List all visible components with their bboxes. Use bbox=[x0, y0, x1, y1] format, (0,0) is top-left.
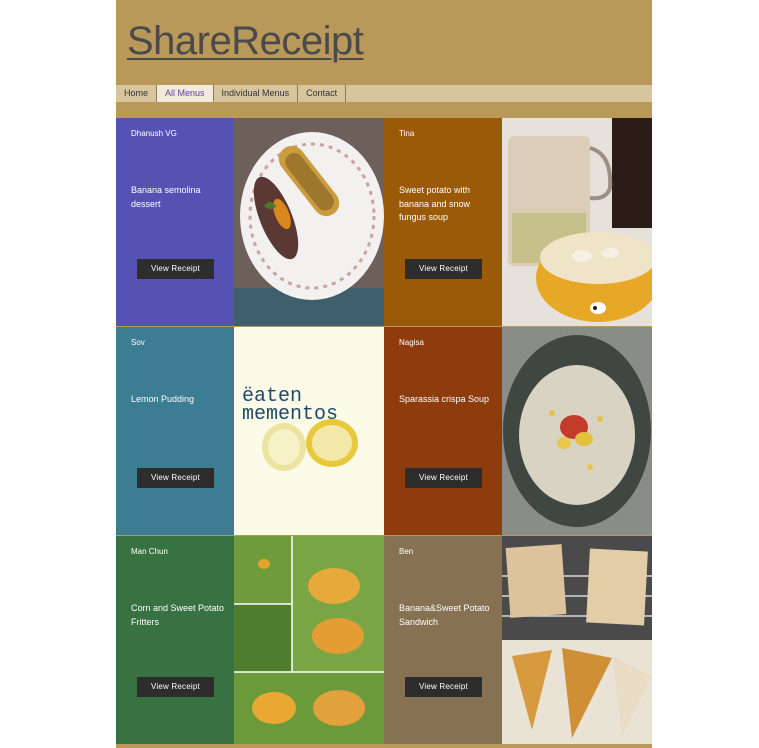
card-dish-title: Sweet potato with banana and snow fungus… bbox=[399, 185, 471, 222]
card-panel: Nagisa Sparassia crispa Soup View Receip… bbox=[384, 327, 502, 535]
card-panel: Ben Banana&Sweet Potato Sandwich View Re… bbox=[384, 536, 502, 744]
view-receipt-button[interactable]: View Receipt bbox=[405, 468, 482, 488]
dish-photo[interactable] bbox=[234, 536, 384, 744]
dish-photo[interactable] bbox=[502, 118, 652, 326]
menu-card: Nagisa Sparassia crispa Soup View Receip… bbox=[384, 327, 652, 535]
nav-all-menus[interactable]: All Menus bbox=[157, 85, 214, 102]
top-nav: Home All Menus Individual Menus Contact bbox=[116, 85, 652, 102]
card-dish-title: Sparassia crispa Soup bbox=[399, 394, 490, 404]
card-dish-title: Corn and Sweet Potato Fritters bbox=[131, 603, 225, 627]
card-author: Nagisa bbox=[399, 338, 424, 347]
dish-photo[interactable] bbox=[502, 536, 652, 744]
card-dish-title: Banana semolina dessert bbox=[131, 185, 201, 209]
page-background: ShareReceipt Home All Menus Individual M… bbox=[116, 0, 652, 748]
card-author: Dhanush VG bbox=[131, 129, 177, 138]
card-author: Sov bbox=[131, 338, 145, 347]
dish-photo[interactable] bbox=[234, 118, 384, 326]
view-receipt-button[interactable]: View Receipt bbox=[137, 468, 214, 488]
nav-home[interactable]: Home bbox=[116, 85, 158, 102]
card-dish-title: Lemon Pudding bbox=[131, 394, 195, 404]
card-author: Man Chun bbox=[131, 547, 168, 556]
card-author: Ben bbox=[399, 547, 414, 556]
dish-photo[interactable] bbox=[502, 327, 652, 535]
card-author: Tina bbox=[399, 129, 415, 138]
nav-contact[interactable]: Contact bbox=[298, 85, 347, 102]
menu-card: Sov Lemon Pudding View Receipt ëaten mem… bbox=[116, 327, 384, 535]
menu-card: Tina Sweet potato with banana and snow f… bbox=[384, 118, 652, 326]
card-dish-title: Banana&Sweet Potato Sandwich bbox=[399, 603, 490, 627]
view-receipt-button[interactable]: View Receipt bbox=[137, 259, 214, 279]
card-panel: Man Chun Corn and Sweet Potato Fritters … bbox=[116, 536, 234, 744]
card-panel: Dhanush VG Banana semolina dessert View … bbox=[116, 118, 234, 326]
menu-card: Ben Banana&Sweet Potato Sandwich View Re… bbox=[384, 536, 652, 744]
view-receipt-button[interactable]: View Receipt bbox=[137, 677, 214, 697]
view-receipt-button[interactable]: View Receipt bbox=[405, 259, 482, 279]
dish-photo[interactable]: ëaten mementos bbox=[234, 327, 384, 535]
card-panel: Sov Lemon Pudding View Receipt bbox=[116, 327, 234, 535]
site-title[interactable]: ShareReceipt bbox=[127, 19, 364, 64]
view-receipt-button[interactable]: View Receipt bbox=[405, 677, 482, 697]
nav-individual-menus[interactable]: Individual Menus bbox=[214, 85, 299, 102]
menu-card: Man Chun Corn and Sweet Potato Fritters … bbox=[116, 536, 384, 744]
card-panel: Tina Sweet potato with banana and snow f… bbox=[384, 118, 502, 326]
menu-card: Dhanush VG Banana semolina dessert View … bbox=[116, 118, 384, 326]
